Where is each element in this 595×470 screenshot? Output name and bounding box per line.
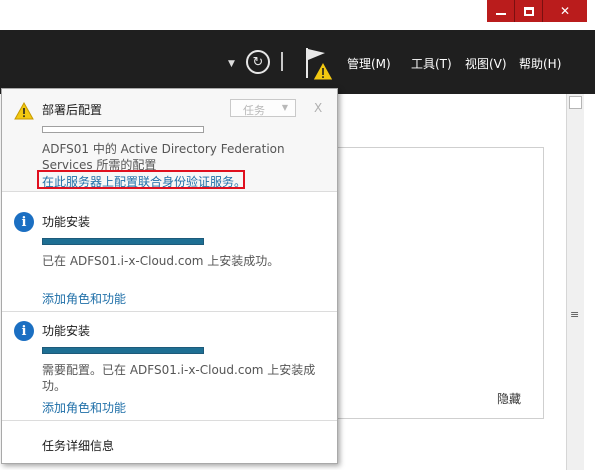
notifications-panel: 部署后配置 任务 ▼ X ADFS01 中的 Active Directory … [1, 88, 338, 464]
notification-title: 功能安装 [42, 215, 91, 229]
info-glyph: i [21, 214, 27, 230]
progress-bar [42, 126, 204, 133]
menu-view[interactable]: 视图(V) [465, 55, 507, 72]
progress-fill [43, 348, 203, 353]
menu-tools[interactable]: 工具(T) [411, 55, 452, 72]
notification-post-deployment-config: 部署后配置 任务 ▼ X ADFS01 中的 Active Directory … [2, 89, 337, 192]
progress-fill [43, 239, 203, 244]
close-icon: ✕ [559, 4, 571, 18]
task-details-link[interactable]: 任务详细信息 [42, 437, 114, 454]
configure-federation-service-link[interactable]: 在此服务器上配置联合身份验证服务。 [42, 173, 246, 190]
toolbar-divider [281, 52, 283, 71]
notification-title: 功能安装 [42, 324, 91, 338]
window-right-edge [585, 94, 595, 470]
minimize-button[interactable] [487, 0, 515, 22]
notification-description: ADFS01 中的 Active Directory Federation Se… [42, 142, 285, 172]
scroll-up-button[interactable] [569, 96, 582, 109]
maximize-button[interactable] [515, 0, 543, 22]
close-button[interactable]: ✕ [543, 0, 587, 22]
progress-bar [42, 238, 204, 245]
menu-help[interactable]: 帮助(H) [519, 55, 561, 72]
dismiss-button[interactable]: X [314, 101, 322, 115]
notification-description: 已在 ADFS01.i-x-Cloud.com 上安装成功。 [42, 254, 280, 268]
dashboard-tile [336, 147, 544, 419]
notification-feature-install-2: i 功能安装 需要配置。已在 ADFS01.i-x-Cloud.com 上安装成… [2, 313, 337, 421]
menu-manage[interactable]: 管理(M) [347, 55, 391, 72]
info-glyph: i [21, 323, 27, 339]
refresh-glyph: ↻ [252, 54, 264, 70]
window-title-bar: ✕ [0, 0, 595, 30]
add-roles-features-link[interactable]: 添加角色和功能 [42, 290, 126, 307]
refresh-icon[interactable]: ↻ [246, 50, 270, 74]
add-roles-features-link[interactable]: 添加角色和功能 [42, 399, 126, 416]
notification-description: 需要配置。已在 ADFS01.i-x-Cloud.com 上安装成功。 [42, 363, 316, 393]
task-dropdown-label: 任务 [243, 104, 265, 117]
vertical-scrollbar[interactable]: ≡ [566, 94, 584, 470]
server-manager-toolbar: ▼ ↻ 管理(M) 工具(T) 视图(V) 帮助(H) [0, 30, 595, 94]
notifications-footer: 任务详细信息 [2, 422, 337, 462]
task-dropdown[interactable]: 任务 ▼ [230, 99, 296, 117]
navigation-dropdown-icon[interactable]: ▼ [228, 59, 235, 69]
info-icon: i [14, 321, 34, 341]
chevron-down-icon: ▼ [281, 103, 288, 112]
scroll-grip-icon[interactable]: ≡ [570, 308, 579, 321]
warning-icon [14, 102, 34, 120]
info-icon: i [14, 212, 34, 232]
progress-bar [42, 347, 204, 354]
window-controls: ✕ [487, 0, 587, 22]
notifications-flag-icon[interactable] [297, 44, 337, 84]
notification-feature-install-1: i 功能安装 已在 ADFS01.i-x-Cloud.com 上安装成功。 添加… [2, 204, 337, 312]
minimize-icon [495, 13, 506, 15]
maximize-icon [523, 6, 534, 16]
hide-link[interactable]: 隐藏 [497, 390, 521, 407]
notification-title: 部署后配置 [42, 103, 103, 117]
